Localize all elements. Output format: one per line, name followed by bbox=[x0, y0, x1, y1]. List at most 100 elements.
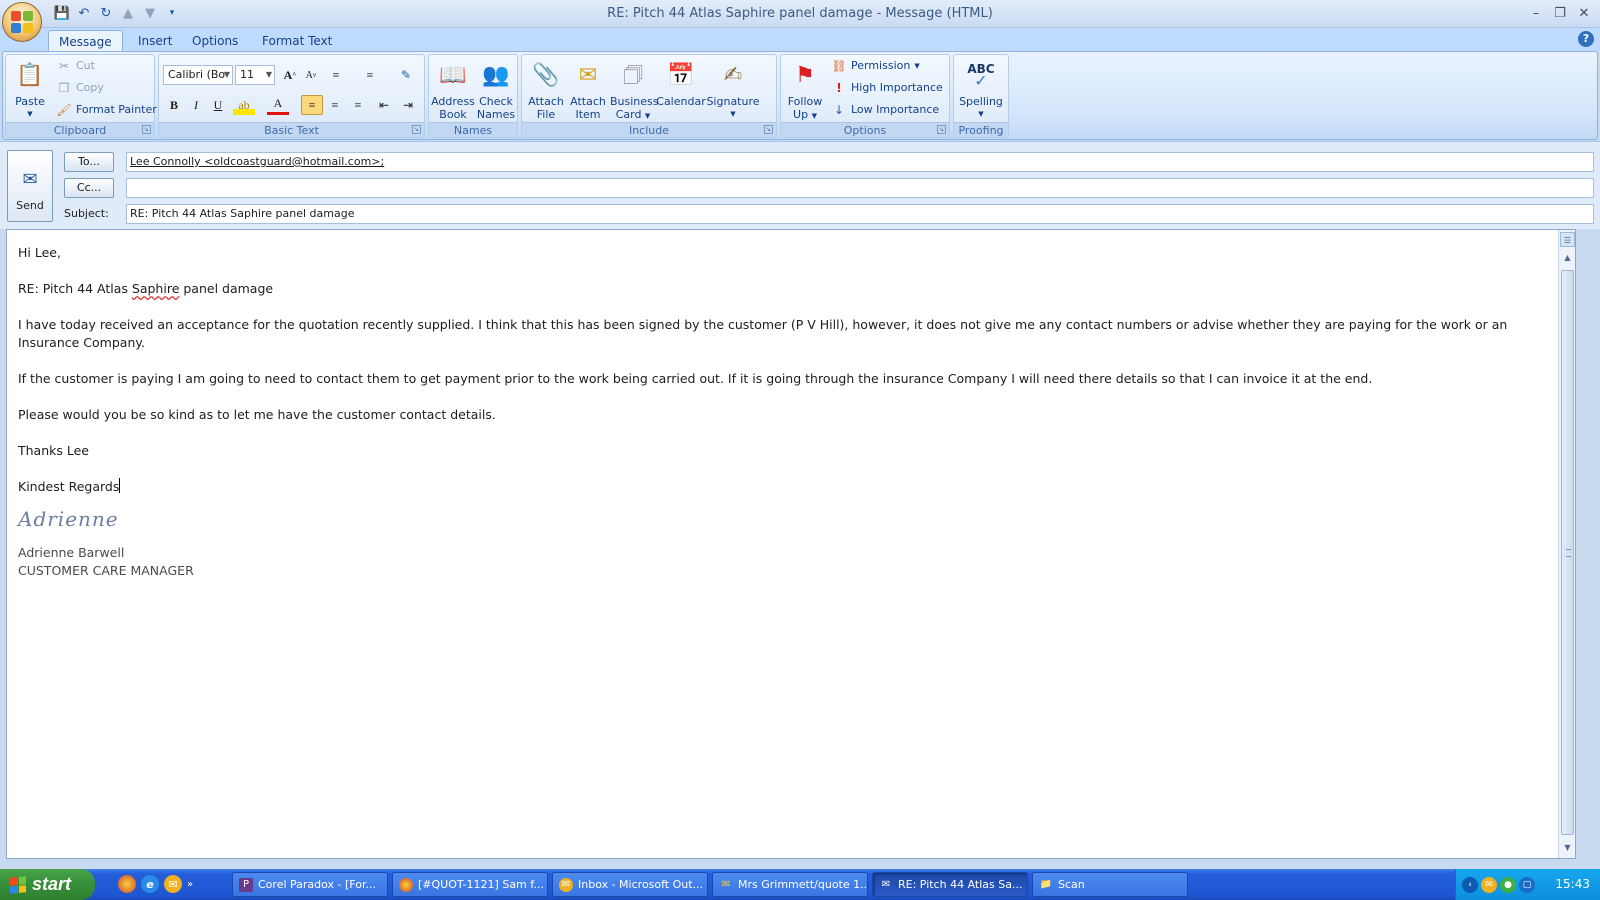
low-importance-button[interactable]: ↓ Low Importance bbox=[831, 100, 939, 120]
follow-up-button[interactable]: ⚑ Follow Up ▼ bbox=[783, 57, 827, 123]
message-content[interactable]: Hi Lee, RE: Pitch 44 Atlas Saphire panel… bbox=[18, 244, 1548, 580]
internet-explorer-icon[interactable]: e bbox=[141, 875, 159, 893]
taskbar-item-label: Scan bbox=[1058, 878, 1085, 891]
permission-button[interactable]: ⛓ Permission ▼ bbox=[831, 56, 919, 76]
taskbar-item-scan[interactable]: 📁 Scan bbox=[1032, 872, 1188, 897]
scrollbar-grip bbox=[1566, 549, 1571, 557]
outlook-icon[interactable]: ✉ bbox=[164, 875, 182, 893]
tray-expand-icon[interactable]: ‹ bbox=[1462, 876, 1478, 893]
text-caret bbox=[119, 478, 121, 493]
signature-button[interactable]: ✍ Signature ▼ bbox=[706, 57, 760, 121]
attach-file-button[interactable]: 📎 Attach File bbox=[524, 57, 568, 121]
misspelled-word[interactable]: Saphire bbox=[132, 281, 179, 296]
calendar-button[interactable]: 📅 Calendar bbox=[656, 57, 706, 108]
increase-indent-icon[interactable]: ⇥ bbox=[397, 95, 419, 115]
tab-format-text[interactable]: Format Text bbox=[252, 30, 342, 52]
start-button[interactable]: start bbox=[0, 869, 95, 900]
align-center-icon[interactable]: ≡ bbox=[324, 95, 346, 115]
cc-field[interactable] bbox=[126, 178, 1594, 198]
options-group-label: Options bbox=[781, 122, 949, 137]
restore-button[interactable]: ❐ bbox=[1548, 2, 1572, 24]
high-importance-button[interactable]: ! High Importance bbox=[831, 78, 943, 98]
font-size-select[interactable]: 11 ▼ bbox=[235, 65, 275, 85]
taskbar-item-label: Inbox - Microsoft Out... bbox=[578, 878, 704, 891]
address-book-button[interactable]: 📖 Address Book bbox=[431, 57, 475, 121]
grow-font-button[interactable]: A ^ bbox=[279, 65, 301, 85]
chevron-down-icon: ▼ bbox=[223, 70, 230, 79]
taskbar-item-corel[interactable]: P Corel Paradox - [For... bbox=[232, 872, 388, 897]
format-painter-button[interactable]: 🖌 Format Painter bbox=[56, 100, 156, 120]
minimize-button[interactable]: – bbox=[1524, 2, 1548, 24]
tray-outlook-icon[interactable]: ✉ bbox=[1481, 876, 1497, 893]
check-names-label-1: Check bbox=[479, 95, 513, 108]
scrollbar-thumb[interactable] bbox=[1561, 270, 1574, 835]
check-names-icon: 👥 bbox=[482, 62, 510, 88]
paste-icon: 📋 bbox=[16, 62, 44, 88]
to-button[interactable]: To... bbox=[64, 152, 114, 172]
cut-label: Cut bbox=[76, 59, 95, 72]
font-color-icon[interactable]: A bbox=[267, 95, 289, 115]
copy-label: Copy bbox=[76, 81, 104, 94]
subject-label: Subject: bbox=[64, 207, 109, 220]
bullets-icon[interactable]: ≡ bbox=[325, 65, 347, 85]
send-button[interactable]: ✉ Send bbox=[7, 150, 53, 222]
numbering-icon[interactable]: ≡ bbox=[359, 65, 381, 85]
taskbar-item-grimmett[interactable]: ✉ Mrs Grimmett/quote 1... bbox=[712, 872, 868, 897]
to-recipient[interactable]: Lee Connolly <oldcoastguard@hotmail.com>… bbox=[130, 155, 384, 168]
paste-button[interactable]: 📋 Paste ▼ bbox=[10, 57, 50, 121]
outlook-icon: ✉ bbox=[559, 877, 573, 892]
bold-button[interactable]: B bbox=[163, 95, 185, 115]
options-launcher-icon[interactable]: ↘ bbox=[937, 125, 946, 134]
chevron-down-icon: ▼ bbox=[265, 70, 272, 79]
check-names-button[interactable]: 👥 Check Names bbox=[475, 57, 517, 121]
tab-insert[interactable]: Insert bbox=[128, 30, 182, 52]
copy-button[interactable]: ❐ Copy bbox=[56, 78, 104, 98]
scroll-down-arrow[interactable]: ▼ bbox=[1560, 840, 1575, 855]
chrome-icon[interactable] bbox=[118, 875, 136, 893]
cut-button[interactable]: ✂ Cut bbox=[56, 56, 95, 76]
tab-options[interactable]: Options bbox=[182, 30, 248, 52]
italic-button[interactable]: I bbox=[185, 95, 207, 115]
spelling-button[interactable]: ABC ✓ Spelling ▼ bbox=[956, 57, 1006, 121]
vertical-scrollbar[interactable]: ☰ ▲ ▼ bbox=[1558, 230, 1575, 858]
more-icon[interactable]: » bbox=[187, 875, 193, 893]
message-body-editor[interactable]: Hi Lee, RE: Pitch 44 Atlas Saphire panel… bbox=[6, 229, 1576, 859]
office-button[interactable] bbox=[2, 2, 42, 42]
scroll-up-arrow[interactable]: ▲ bbox=[1560, 250, 1575, 265]
tray-security-icon[interactable]: ● bbox=[1500, 876, 1516, 893]
chevron-down-icon: ▼ bbox=[27, 110, 33, 118]
business-card-button[interactable]: 🗇 Business Card ▼ bbox=[610, 57, 659, 123]
tab-message[interactable]: Message bbox=[48, 30, 123, 52]
subject-field[interactable]: RE: Pitch 44 Atlas Saphire panel damage bbox=[126, 204, 1594, 224]
paragraph-3: Please would you be so kind as to let me… bbox=[18, 407, 496, 422]
windows-logo-icon bbox=[10, 875, 26, 894]
highlight-icon[interactable]: ab bbox=[233, 95, 255, 115]
paragraph-2: If the customer is paying I am going to … bbox=[18, 371, 1373, 386]
underline-button[interactable]: U bbox=[207, 95, 229, 115]
tray-network-icon[interactable]: ▢ bbox=[1519, 876, 1535, 893]
basic-text-launcher-icon[interactable]: ↘ bbox=[412, 125, 421, 134]
align-right-icon[interactable]: ≡ bbox=[347, 95, 369, 115]
regards-text: Kindest Regards bbox=[18, 479, 120, 494]
taskbar-item-pitch44[interactable]: ✉ RE: Pitch 44 Atlas Sa... bbox=[872, 872, 1028, 897]
ruler-toggle-icon[interactable]: ☰ bbox=[1560, 232, 1575, 247]
styles-icon[interactable]: ✎ bbox=[395, 65, 417, 85]
shrink-font-button[interactable]: Av bbox=[300, 65, 322, 85]
clipboard-launcher-icon[interactable]: ↘ bbox=[142, 125, 151, 134]
help-icon[interactable]: ? bbox=[1578, 31, 1594, 47]
regards-line: Kindest Regards bbox=[18, 478, 1548, 496]
attach-item-button[interactable]: ✉ Attach Item bbox=[566, 57, 610, 121]
font-name-select[interactable]: Calibri (Bo ▼ bbox=[163, 65, 233, 85]
taskbar-item-quote[interactable]: [#QUOT-1121] Sam f... bbox=[392, 872, 548, 897]
align-left-icon[interactable]: ≡ bbox=[301, 95, 323, 115]
reference-line: RE: Pitch 44 Atlas Saphire panel damage bbox=[18, 280, 1548, 298]
cc-button[interactable]: Cc... bbox=[64, 178, 114, 198]
include-launcher-icon[interactable]: ↘ bbox=[764, 125, 773, 134]
window-title: RE: Pitch 44 Atlas Saphire panel damage … bbox=[607, 6, 993, 21]
names-group-label: Names bbox=[429, 122, 517, 137]
to-field[interactable]: Lee Connolly <oldcoastguard@hotmail.com>… bbox=[126, 152, 1594, 172]
decrease-indent-icon[interactable]: ⇤ bbox=[373, 95, 395, 115]
taskbar-item-inbox[interactable]: ✉ Inbox - Microsoft Out... bbox=[552, 872, 708, 897]
close-button[interactable]: ✕ bbox=[1572, 2, 1596, 24]
title-bar: 💾 ↶ ↻ ▲ ▼ ▾ RE: Pitch 44 Atlas Saphire p… bbox=[0, 0, 1600, 28]
